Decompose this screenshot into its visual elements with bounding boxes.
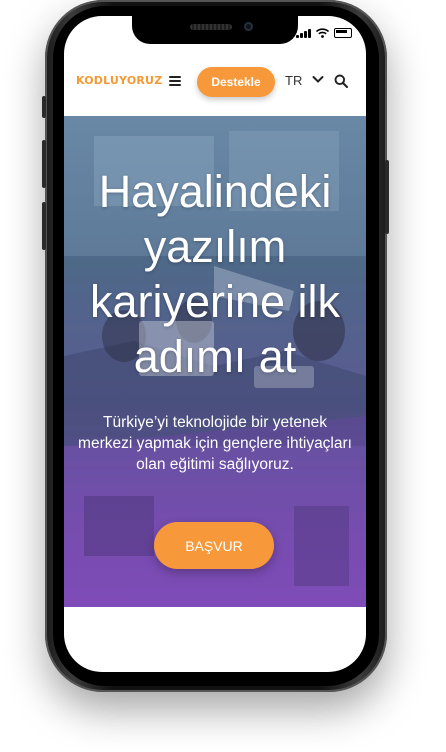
chevron-down-icon[interactable] <box>312 75 324 84</box>
hero-subtitle: Türkiye’yi teknolojide bir yetenek merke… <box>78 414 352 473</box>
status-bar <box>296 28 352 38</box>
notch <box>132 16 298 44</box>
battery-icon <box>334 28 352 38</box>
search-icon[interactable] <box>334 74 348 88</box>
front-camera <box>244 22 253 31</box>
signal-icon <box>296 28 311 38</box>
apply-button[interactable]: BAŞVUR <box>154 522 274 569</box>
phone-screen: KODLUYORUZ Destekle TR Hayalindeki yazıl… <box>64 16 366 672</box>
language-selector[interactable]: TR <box>285 73 302 88</box>
hero-title: Hayalindeki yazılım kariyerine ilk adımı… <box>89 166 341 382</box>
side-button-right <box>385 160 389 234</box>
side-button-left <box>42 96 46 118</box>
donate-button[interactable]: Destekle <box>197 67 275 97</box>
side-button-left <box>42 202 46 250</box>
logo[interactable]: KODLUYORUZ <box>76 74 162 87</box>
speaker <box>190 24 232 30</box>
menu-icon[interactable] <box>169 76 181 86</box>
wifi-icon <box>316 28 329 38</box>
top-navigation: KODLUYORUZ Destekle TR <box>64 62 366 100</box>
hero-section: Hayalindeki yazılım kariyerine ilk adımı… <box>64 116 366 607</box>
side-button-left <box>42 140 46 188</box>
